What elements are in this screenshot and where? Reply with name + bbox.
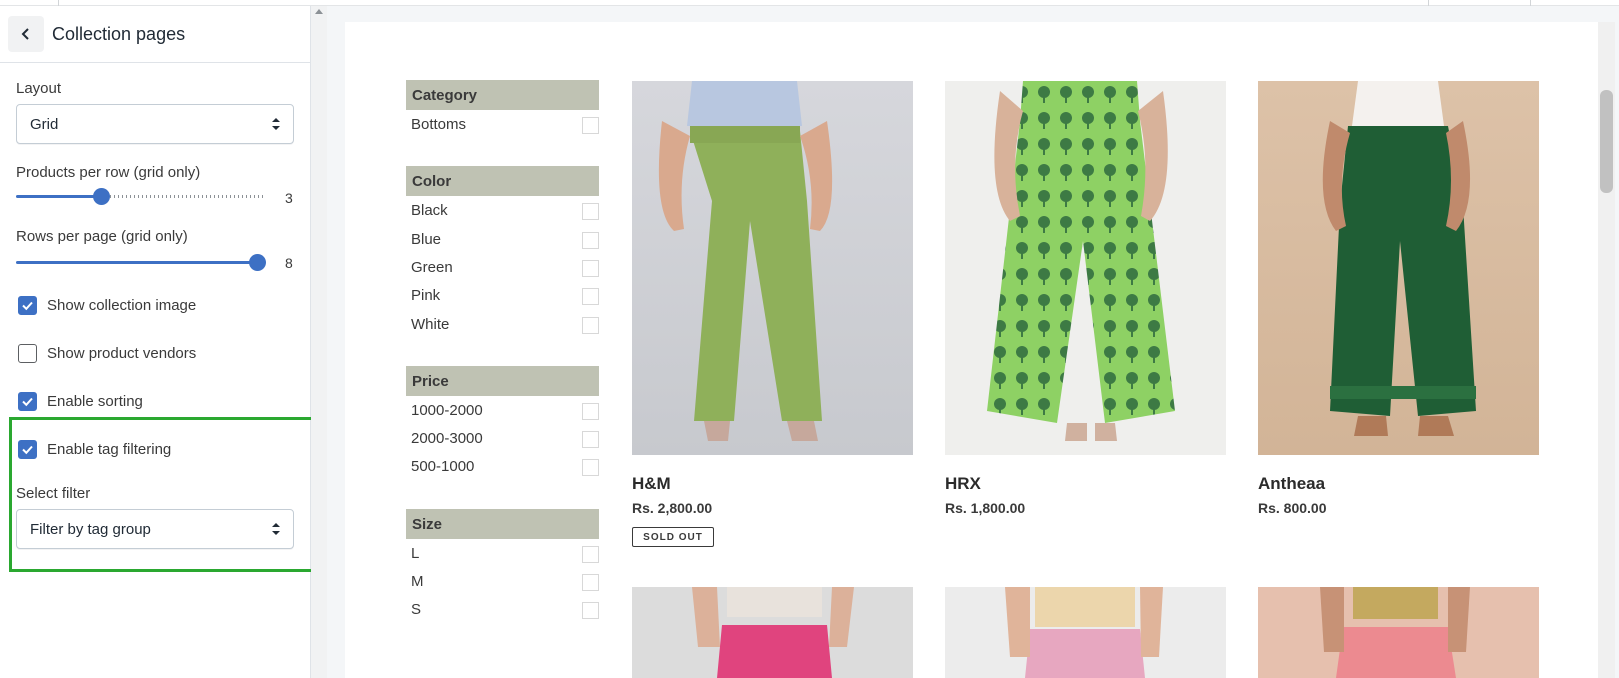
filter-checkbox[interactable] xyxy=(582,288,599,306)
slider-fill xyxy=(16,195,101,198)
filter-heading: Category xyxy=(406,80,599,110)
product-image-row2-1[interactable] xyxy=(632,587,913,678)
filter-checkbox[interactable] xyxy=(582,203,599,221)
preview-scrollbar[interactable] xyxy=(1598,22,1615,678)
filter-heading: Size xyxy=(406,508,599,539)
filter-checkbox[interactable] xyxy=(582,459,599,477)
product-name[interactable]: Antheaa xyxy=(1258,474,1325,494)
filter-heading: Color xyxy=(406,166,599,197)
select-filter-label: Select filter xyxy=(16,485,91,502)
products-per-row-label: Products per row (grid only) xyxy=(16,164,201,181)
filter-checkbox[interactable] xyxy=(582,602,599,620)
back-button[interactable] xyxy=(8,16,44,52)
checkmark-icon xyxy=(22,301,33,311)
layout-select[interactable]: Grid xyxy=(16,104,294,144)
printed-palazzo-image xyxy=(987,81,1175,441)
checkmark-icon xyxy=(22,397,33,407)
product-name[interactable]: H&M xyxy=(632,474,671,494)
filter-option[interactable]: Bottoms xyxy=(411,116,466,133)
filter-option[interactable]: L xyxy=(411,545,419,562)
rows-per-page-slider[interactable] xyxy=(16,254,266,271)
filter-checkbox[interactable] xyxy=(582,231,599,249)
products-per-row-value: 3 xyxy=(285,190,293,206)
filter-checkbox[interactable] xyxy=(582,117,599,134)
pink-pants-image xyxy=(1005,587,1163,678)
slider-fill xyxy=(16,261,257,264)
filter-checkbox[interactable] xyxy=(582,402,599,420)
product-name[interactable]: HRX xyxy=(945,474,981,494)
pink-shorts-image xyxy=(692,587,854,678)
rows-per-page-label: Rows per page (grid only) xyxy=(16,228,188,245)
slider-thumb[interactable] xyxy=(93,188,110,205)
product-image-row2-2[interactable] xyxy=(945,587,1226,678)
filter-checkbox[interactable] xyxy=(582,316,599,334)
slider-thumb[interactable] xyxy=(249,254,266,271)
filter-option[interactable]: Blue xyxy=(411,231,441,248)
product-price: Rs. 800.00 xyxy=(1258,500,1327,516)
product-image-row2-3[interactable] xyxy=(1258,587,1539,678)
filter-select[interactable]: Filter by tag group xyxy=(16,509,294,549)
filter-option[interactable]: 500-1000 xyxy=(411,458,474,475)
products-per-row-slider[interactable] xyxy=(16,188,266,205)
scroll-up-icon[interactable] xyxy=(315,9,323,14)
checkbox-label[interactable]: Enable sorting xyxy=(47,393,143,410)
sidebar-title: Collection pages xyxy=(52,24,186,44)
filter-option[interactable]: 2000-3000 xyxy=(411,430,483,447)
product-price: Rs. 2,800.00 xyxy=(632,500,713,516)
product-image-hm[interactable] xyxy=(632,81,913,455)
filter-checkbox[interactable] xyxy=(582,431,599,449)
dark-green-trousers-image xyxy=(1322,81,1476,436)
filter-option[interactable]: M xyxy=(411,573,424,590)
product-image-hrx[interactable] xyxy=(945,81,1226,455)
green-trousers-image xyxy=(658,81,833,441)
filter-select-value: Filter by tag group xyxy=(30,521,151,538)
sidebar-scrollbar[interactable] xyxy=(311,6,327,678)
coral-pants-image xyxy=(1320,587,1470,678)
checkbox[interactable] xyxy=(18,392,37,411)
scrollbar-thumb[interactable] xyxy=(1600,90,1613,193)
sold-out-badge: SOLD OUT xyxy=(632,527,714,547)
layout-label: Layout xyxy=(16,80,62,97)
filter-checkbox[interactable] xyxy=(582,574,599,591)
slider-track xyxy=(110,195,266,198)
sidebar-header: Collection pages xyxy=(0,6,310,63)
filter-option[interactable]: Green xyxy=(411,259,453,276)
checkbox-label[interactable]: Show product vendors xyxy=(47,345,196,362)
rows-per-page-value: 8 xyxy=(285,255,293,271)
product-image-antheaa[interactable] xyxy=(1258,81,1539,455)
filter-option[interactable]: Black xyxy=(411,202,448,219)
select-arrows-icon xyxy=(272,118,280,130)
product-price: Rs. 1,800.00 xyxy=(945,500,1026,516)
select-arrows-icon xyxy=(272,523,280,535)
filter-option[interactable]: 1000-2000 xyxy=(411,402,483,419)
checkbox[interactable] xyxy=(18,296,37,315)
checkbox-label[interactable]: Show collection image xyxy=(47,297,196,314)
filter-option[interactable]: Pink xyxy=(411,287,440,304)
filter-heading: Price xyxy=(406,365,599,396)
filter-option[interactable]: S xyxy=(411,601,421,618)
filter-checkbox[interactable] xyxy=(582,259,599,277)
layout-select-value: Grid xyxy=(30,116,59,133)
chevron-left-icon xyxy=(21,28,29,40)
filter-option[interactable]: White xyxy=(411,316,449,333)
checkbox[interactable] xyxy=(18,344,37,363)
filter-checkbox[interactable] xyxy=(582,545,599,563)
